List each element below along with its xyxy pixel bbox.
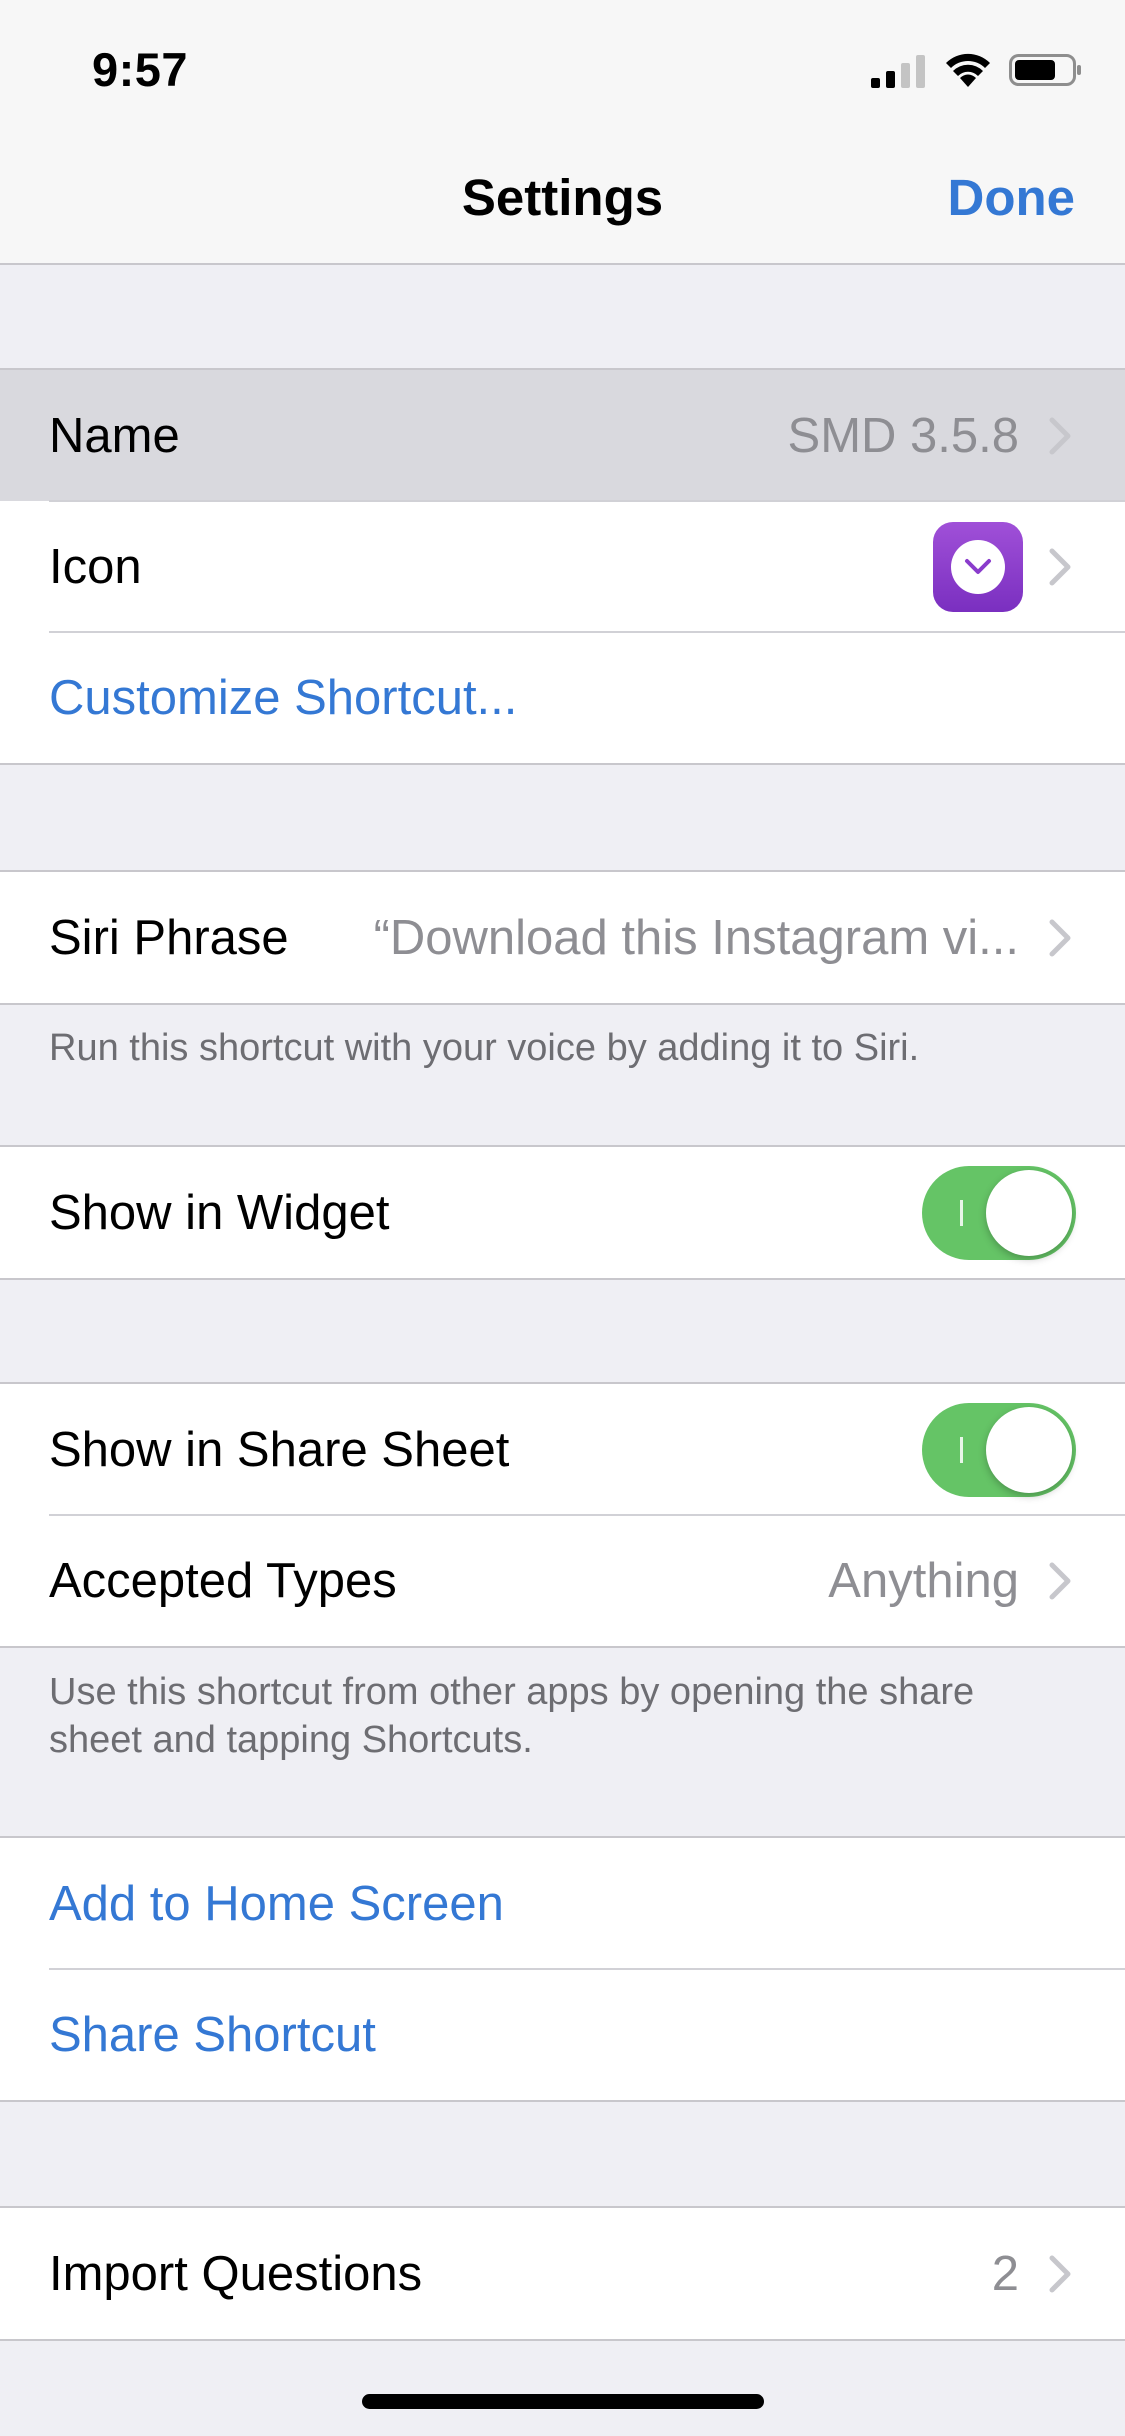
toggle-on-mark [960, 1436, 963, 1463]
share-section: Show in Share Sheet Accepted Types Anyth… [0, 1382, 1125, 1648]
import-questions-row[interactable]: Import Questions 2 [0, 2208, 1125, 2339]
share-shortcut-link[interactable]: Share Shortcut [49, 2007, 376, 2063]
import-questions-count: 2 [991, 2246, 1019, 2301]
accepted-types-row[interactable]: Accepted Types Anything [0, 1514, 1125, 1646]
show-in-share-sheet-row: Show in Share Sheet [0, 1384, 1125, 1515]
name-label: Name [49, 408, 180, 463]
accepted-types-label: Accepted Types [49, 1553, 397, 1608]
import-section: Import Questions 2 [0, 2206, 1125, 2341]
name-value: SMD 3.5.8 [787, 408, 1019, 463]
chevron-right-icon [1049, 2255, 1071, 2292]
customize-shortcut-row[interactable]: Customize Shortcut... [0, 631, 1125, 763]
siri-phrase-label: Siri Phrase [49, 910, 289, 965]
show-in-share-sheet-toggle[interactable] [922, 1402, 1076, 1497]
toggle-knob [986, 1169, 1072, 1256]
settings-screen: 9:57 Settings Done Name SMD 3.5.8 Icon C… [0, 0, 1125, 2436]
icon-row[interactable]: Icon [0, 500, 1125, 632]
siri-phrase-value: “Download this Instagram vi... [373, 910, 1019, 965]
toggle-knob [986, 1406, 1072, 1493]
actions-section: Add to Home Screen Share Shortcut [0, 1836, 1125, 2102]
siri-footnote: Run this shortcut with your voice by add… [49, 1027, 920, 1069]
accepted-types-value: Anything [828, 1553, 1019, 1608]
chevron-right-icon [1049, 417, 1071, 454]
chevron-right-icon [1049, 1562, 1071, 1599]
add-to-home-screen-row[interactable]: Add to Home Screen [0, 1838, 1125, 1969]
siri-phrase-row[interactable]: Siri Phrase “Download this Instagram vi.… [0, 872, 1125, 1003]
chevron-down-circle-icon [951, 539, 1005, 594]
toggle-on-mark [960, 1199, 963, 1226]
battery-icon [1009, 54, 1081, 86]
customize-shortcut-link[interactable]: Customize Shortcut... [49, 670, 517, 726]
add-to-home-screen-link[interactable]: Add to Home Screen [49, 1876, 504, 1932]
status-time: 9:57 [92, 43, 189, 96]
navigation-bar: 9:57 Settings Done [0, 0, 1125, 265]
cellular-signal-icon [871, 55, 925, 88]
shortcut-app-icon [933, 521, 1023, 612]
chevron-right-icon [1049, 548, 1071, 585]
wifi-icon [946, 53, 990, 87]
name-row[interactable]: Name SMD 3.5.8 [0, 370, 1125, 501]
icon-label: Icon [49, 539, 142, 594]
show-in-widget-label: Show in Widget [49, 1185, 390, 1240]
show-in-widget-row: Show in Widget [0, 1147, 1125, 1278]
general-section: Name SMD 3.5.8 Icon Customize Shortcut..… [0, 368, 1125, 765]
siri-section: Siri Phrase “Download this Instagram vi.… [0, 870, 1125, 1005]
chevron-right-icon [1049, 919, 1071, 956]
show-in-share-sheet-label: Show in Share Sheet [49, 1422, 510, 1477]
import-questions-label: Import Questions [49, 2246, 423, 2301]
home-indicator[interactable] [362, 2394, 764, 2409]
share-footnote: Use this shortcut from other apps by ope… [49, 1671, 975, 1761]
show-in-widget-toggle[interactable] [922, 1165, 1076, 1260]
status-icons [871, 50, 1083, 90]
done-button[interactable]: Done [948, 168, 1076, 227]
share-shortcut-row[interactable]: Share Shortcut [0, 1968, 1125, 2100]
widget-section: Show in Widget [0, 1145, 1125, 1280]
